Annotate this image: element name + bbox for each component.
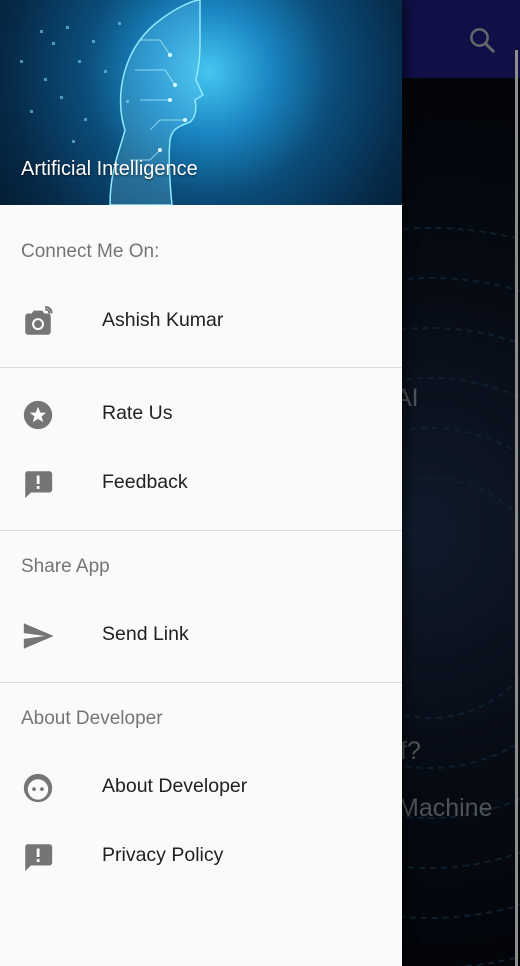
drawer-item-send-link[interactable]: Send Link xyxy=(0,605,402,665)
send-icon xyxy=(23,623,54,649)
feedback-icon xyxy=(25,471,53,499)
divider xyxy=(0,530,402,531)
drawer-item-about-developer[interactable]: About Developer xyxy=(0,757,402,817)
instagram-camera-icon xyxy=(25,306,53,335)
section-about-title: About Developer xyxy=(21,708,163,729)
divider xyxy=(0,367,402,368)
drawer-item-label: Privacy Policy xyxy=(102,844,224,866)
star-icon xyxy=(23,400,53,430)
navigation-drawer: Artificial Intelligence Connect Me On: A… xyxy=(0,0,402,966)
divider xyxy=(0,682,402,683)
drawer-item-rate-us[interactable]: Rate Us xyxy=(0,384,402,444)
drawer-item-ashish-kumar[interactable]: Ashish Kumar xyxy=(0,291,402,351)
section-share-title: Share App xyxy=(21,556,110,577)
header-title: Artificial Intelligence xyxy=(21,158,198,180)
drawer-item-label: Ashish Kumar xyxy=(102,309,224,331)
drawer-header: Artificial Intelligence xyxy=(0,0,402,205)
drawer-item-privacy-policy[interactable]: Privacy Policy xyxy=(0,826,402,886)
drawer-item-label: Send Link xyxy=(102,623,189,645)
privacy-feedback-icon xyxy=(25,844,53,872)
drawer-item-feedback[interactable]: Feedback xyxy=(0,453,402,513)
section-connect-title: Connect Me On: xyxy=(21,241,160,262)
drawer-item-label: Feedback xyxy=(102,471,188,493)
drawer-item-label: About Developer xyxy=(102,775,248,797)
face-icon xyxy=(23,773,53,803)
drawer-item-label: Rate Us xyxy=(102,402,173,424)
